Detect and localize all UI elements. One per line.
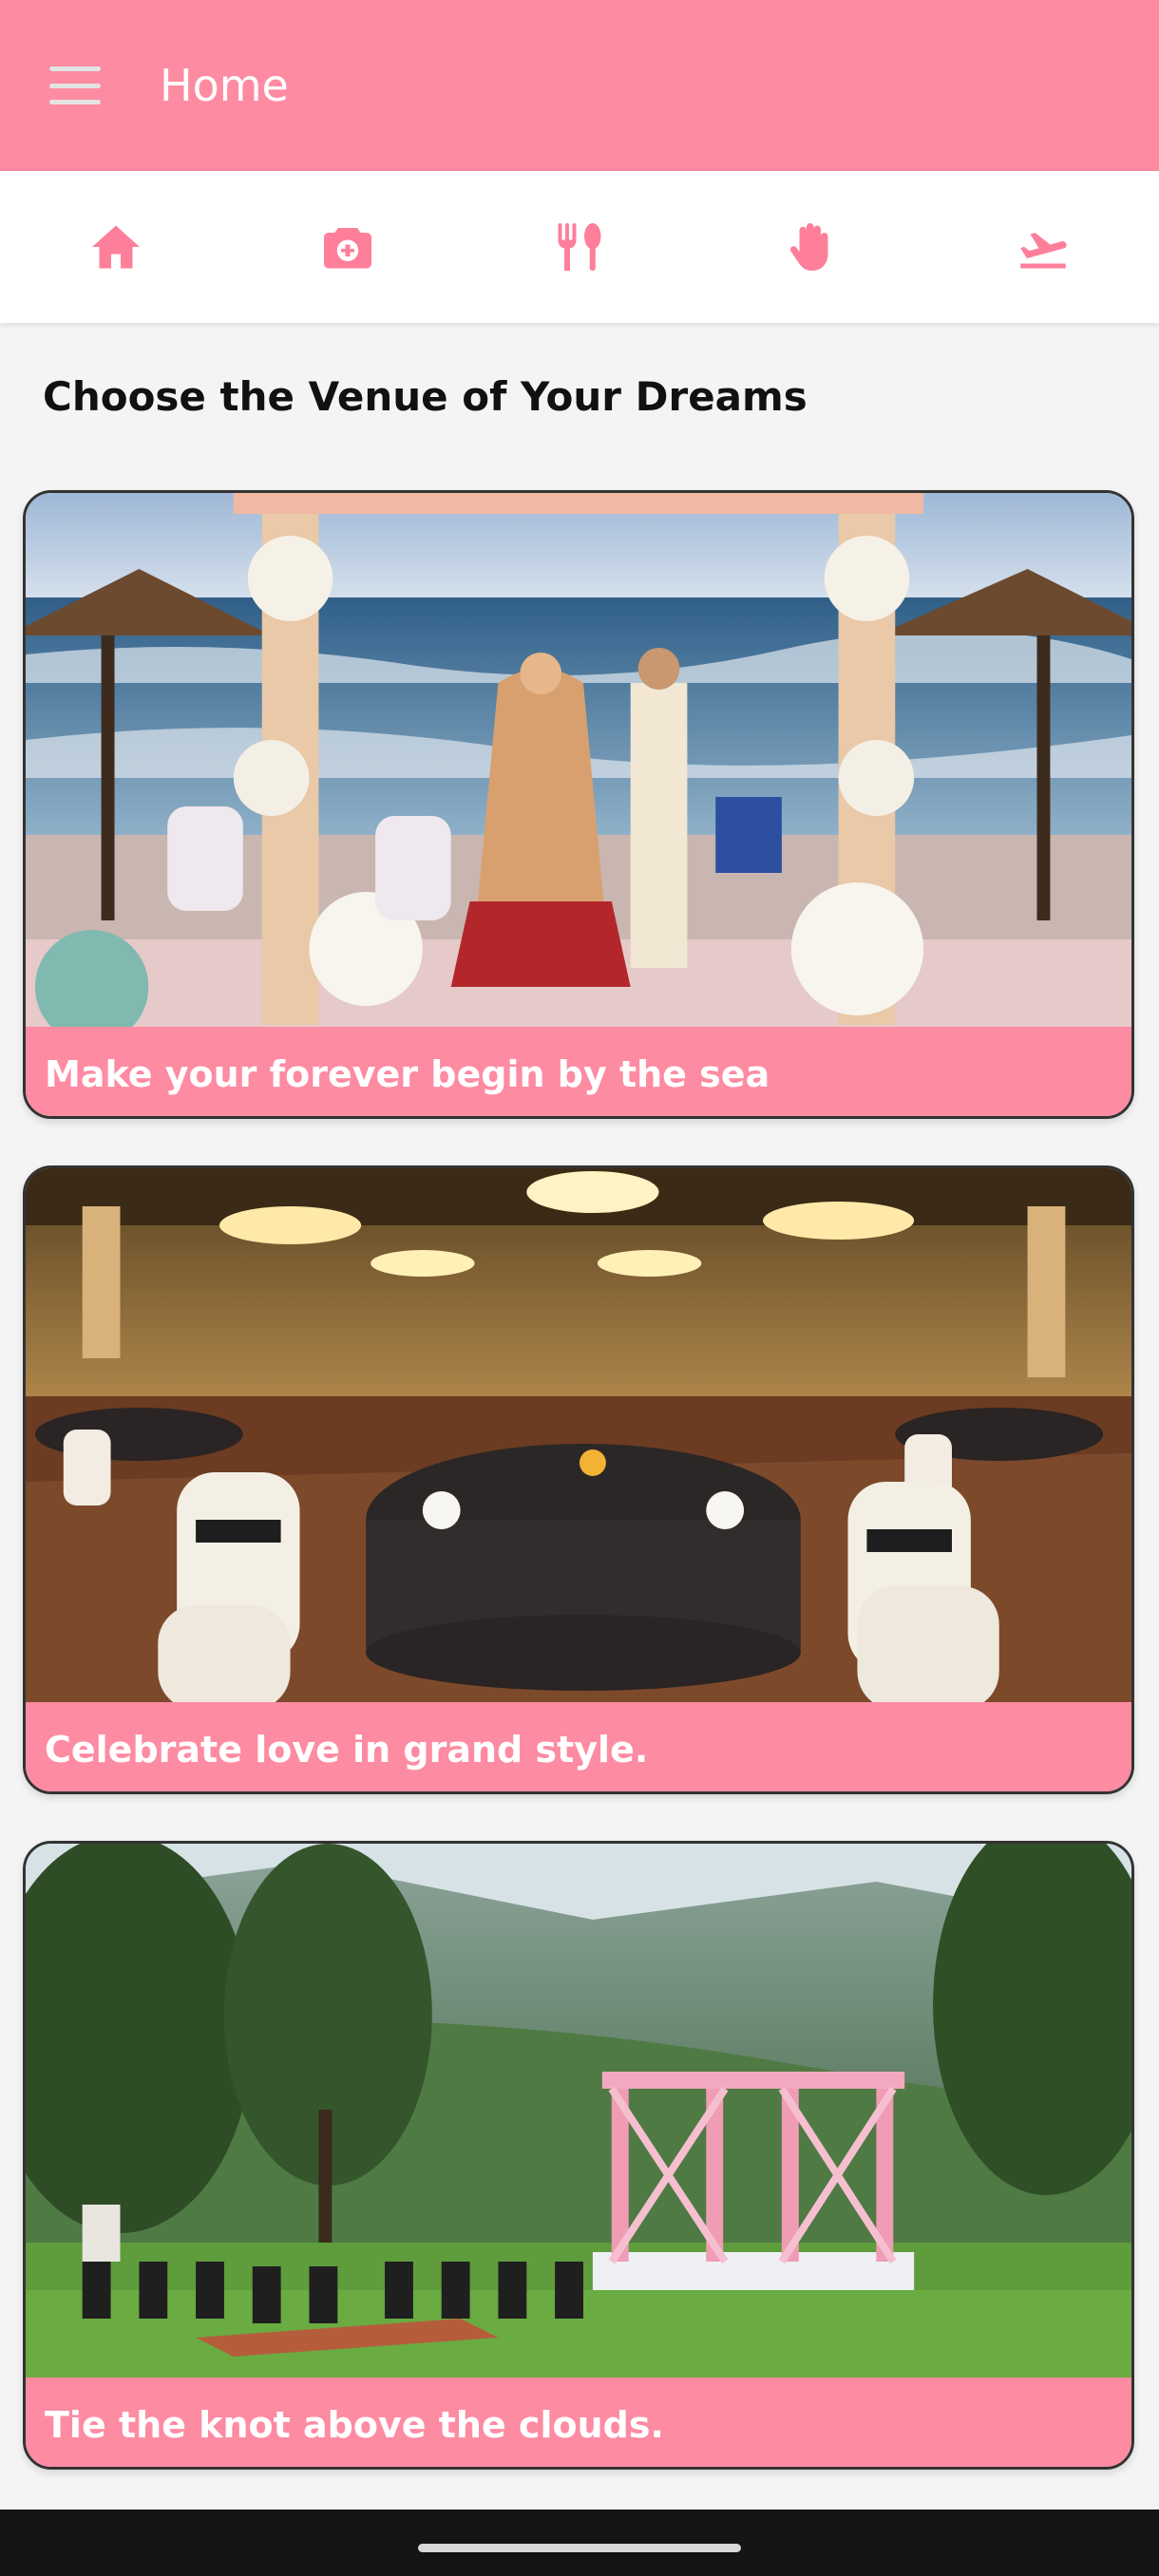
hamburger-menu-icon[interactable] xyxy=(49,66,101,104)
venue-caption: Make your forever begin by the sea xyxy=(26,1027,1131,1116)
venue-card-beach[interactable]: Make your forever begin by the sea xyxy=(23,490,1134,1119)
hand-icon xyxy=(789,223,828,271)
tab-home[interactable] xyxy=(0,171,232,323)
tab-travel[interactable] xyxy=(927,171,1159,323)
venue-caption: Celebrate love in grand style. xyxy=(26,1702,1131,1791)
section-title: Choose the Venue of Your Dreams xyxy=(43,373,808,420)
tab-mehendi[interactable] xyxy=(695,171,927,323)
camera-icon xyxy=(324,228,371,269)
banquet-hall-photo xyxy=(26,1168,1131,1702)
airplane-takeoff-icon xyxy=(1020,233,1067,269)
mountain-lawn-wedding-photo xyxy=(26,1844,1131,2377)
venue-card-mountain[interactable]: Tie the knot above the clouds. xyxy=(23,1841,1134,2470)
venue-caption: Tie the knot above the clouds. xyxy=(26,2377,1131,2467)
tab-catering[interactable] xyxy=(464,171,695,323)
tab-photography[interactable] xyxy=(232,171,464,323)
fork-knife-icon xyxy=(558,223,601,271)
venue-card-banquet[interactable]: Celebrate love in grand style. xyxy=(23,1165,1134,1794)
home-gesture-handle[interactable] xyxy=(418,2544,741,2552)
beach-wedding-mandap-photo xyxy=(26,493,1131,1027)
app-bar: Home xyxy=(0,0,1159,171)
category-tab-bar xyxy=(0,171,1159,323)
home-icon xyxy=(92,225,140,269)
system-navigation-bar xyxy=(0,2510,1159,2576)
page-title: Home xyxy=(160,60,289,111)
